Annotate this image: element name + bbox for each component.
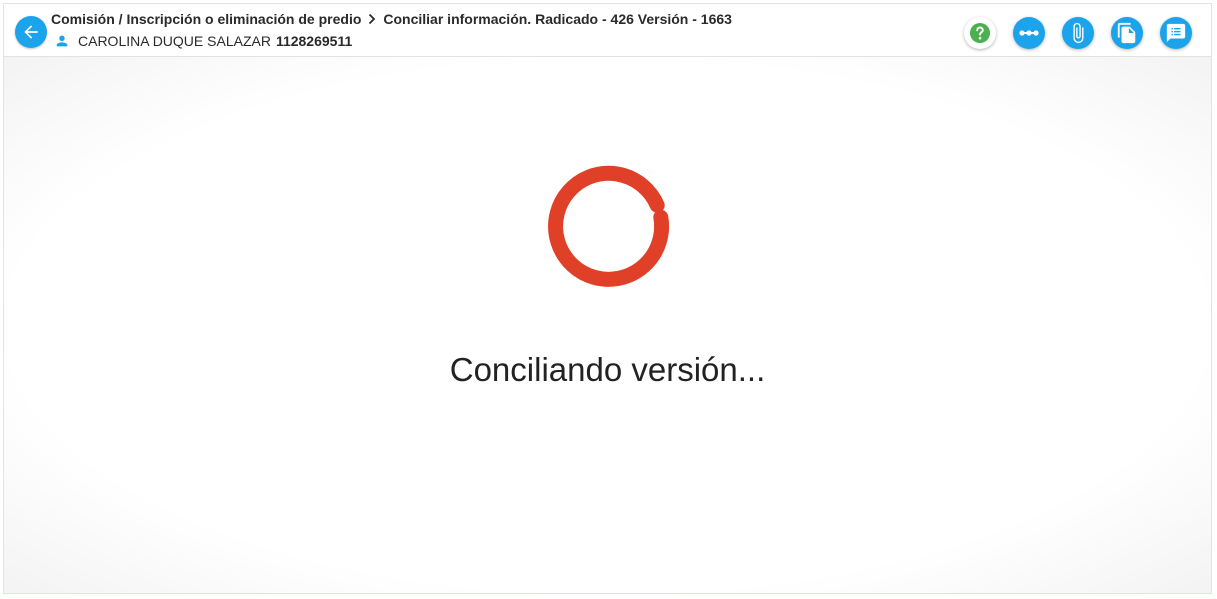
flow-button[interactable] <box>1013 17 1045 49</box>
person-icon <box>54 33 70 49</box>
toolbar <box>947 17 1192 49</box>
loading-message: Conciliando versión... <box>449 351 766 388</box>
chevron-right-icon <box>367 13 377 25</box>
user-name: CAROLINA DUQUE SALAZAR <box>78 33 271 49</box>
attachments-button[interactable] <box>1062 17 1094 49</box>
documents-icon <box>1117 22 1136 44</box>
attachment-icon <box>1073 22 1084 44</box>
top-bar: Comisión / Inscripción o eliminación de … <box>4 4 1211 57</box>
documents-button[interactable] <box>1111 17 1143 49</box>
comments-icon <box>1166 23 1186 43</box>
help-button[interactable] <box>964 17 996 49</box>
help-icon <box>970 23 990 43</box>
breadcrumb-item-current: Conciliar información. Radicado - 426 Ve… <box>383 11 732 27</box>
breadcrumb: Comisión / Inscripción o eliminación de … <box>51 11 732 27</box>
breadcrumb-item-process[interactable]: Comisión / Inscripción o eliminación de … <box>51 11 361 27</box>
back-button[interactable] <box>15 16 47 48</box>
user-id: 1128269511 <box>275 33 353 49</box>
app-window: Comisión / Inscripción o eliminación de … <box>3 3 1212 594</box>
comments-button[interactable] <box>1160 17 1192 49</box>
flow-icon <box>1019 30 1039 36</box>
arrow-left-icon <box>24 25 38 39</box>
loading-spinner-icon <box>546 163 670 287</box>
content-area: Conciliando versión... <box>4 57 1211 593</box>
user-info: CAROLINA DUQUE SALAZAR 1128269511 <box>54 33 352 49</box>
